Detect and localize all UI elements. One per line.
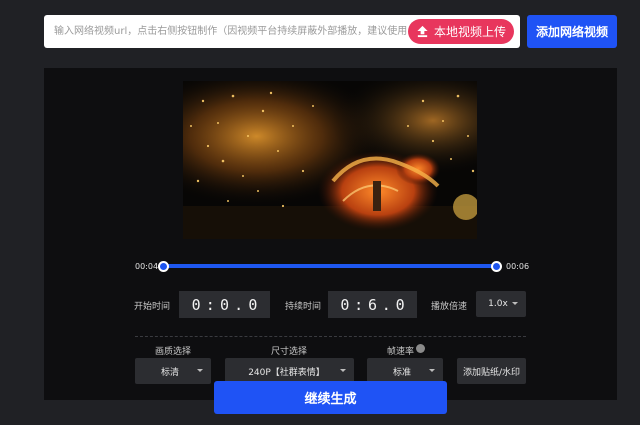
range-end-handle[interactable] bbox=[491, 261, 502, 272]
continue-generate-button[interactable]: 继续生成 bbox=[214, 381, 447, 414]
start-minutes: 0 bbox=[191, 295, 201, 314]
section-divider bbox=[135, 336, 526, 337]
duration-input[interactable]: 0 : 6 . 0 bbox=[328, 291, 417, 318]
upload-icon bbox=[417, 25, 428, 38]
add-network-video-label: 添加网络视频 bbox=[535, 25, 608, 39]
duration-tenths: 0 bbox=[395, 295, 405, 314]
speed-select[interactable]: 1.0x bbox=[476, 291, 526, 317]
duration-minutes: 0 bbox=[340, 295, 350, 314]
local-upload-button[interactable]: 本地视频上传 bbox=[408, 19, 514, 44]
start-time-input[interactable]: 0 : 0 . 0 bbox=[179, 291, 270, 318]
range-start-time: 00:04 bbox=[135, 262, 159, 271]
start-colon: : bbox=[205, 295, 215, 314]
chevron-down-icon bbox=[429, 369, 435, 372]
start-time-label: 开始时间 bbox=[134, 302, 171, 312]
continue-generate-label: 继续生成 bbox=[304, 392, 357, 407]
size-value: 240P【社群表情】 bbox=[248, 367, 325, 378]
local-upload-label: 本地视频上传 bbox=[433, 25, 506, 39]
range-start-handle[interactable] bbox=[158, 261, 169, 272]
add-sticker-watermark-button[interactable]: 添加贴纸/水印 bbox=[457, 358, 526, 384]
info-icon[interactable] bbox=[416, 344, 425, 353]
add-sticker-watermark-label: 添加贴纸/水印 bbox=[462, 367, 521, 378]
chevron-down-icon bbox=[197, 369, 203, 372]
quality-value: 标清 bbox=[160, 367, 179, 378]
quality-select[interactable]: 标清 bbox=[135, 358, 211, 384]
video-preview[interactable] bbox=[183, 81, 477, 239]
duration-label: 持续时间 bbox=[285, 302, 322, 312]
quality-label: 画质选择 bbox=[155, 347, 192, 357]
start-seconds: 0 bbox=[219, 295, 229, 314]
start-tenths: 0 bbox=[248, 295, 258, 314]
chevron-down-icon bbox=[340, 369, 346, 372]
duration-dot: . bbox=[381, 295, 391, 314]
timeline-range-track[interactable] bbox=[163, 264, 497, 268]
duration-seconds: 6 bbox=[367, 295, 377, 314]
start-dot: . bbox=[234, 295, 244, 314]
range-end-time: 00:06 bbox=[506, 262, 530, 271]
add-network-video-button[interactable]: 添加网络视频 bbox=[527, 15, 617, 48]
video-frame-image bbox=[183, 81, 477, 239]
framerate-value: 标准 bbox=[392, 367, 411, 378]
duration-colon: : bbox=[354, 295, 364, 314]
speed-label: 播放倍速 bbox=[431, 302, 468, 312]
speed-value: 1.0x bbox=[488, 299, 508, 309]
framerate-label: 帧速率 bbox=[387, 347, 415, 357]
size-label: 尺寸选择 bbox=[271, 347, 308, 357]
chevron-down-icon bbox=[512, 302, 518, 305]
